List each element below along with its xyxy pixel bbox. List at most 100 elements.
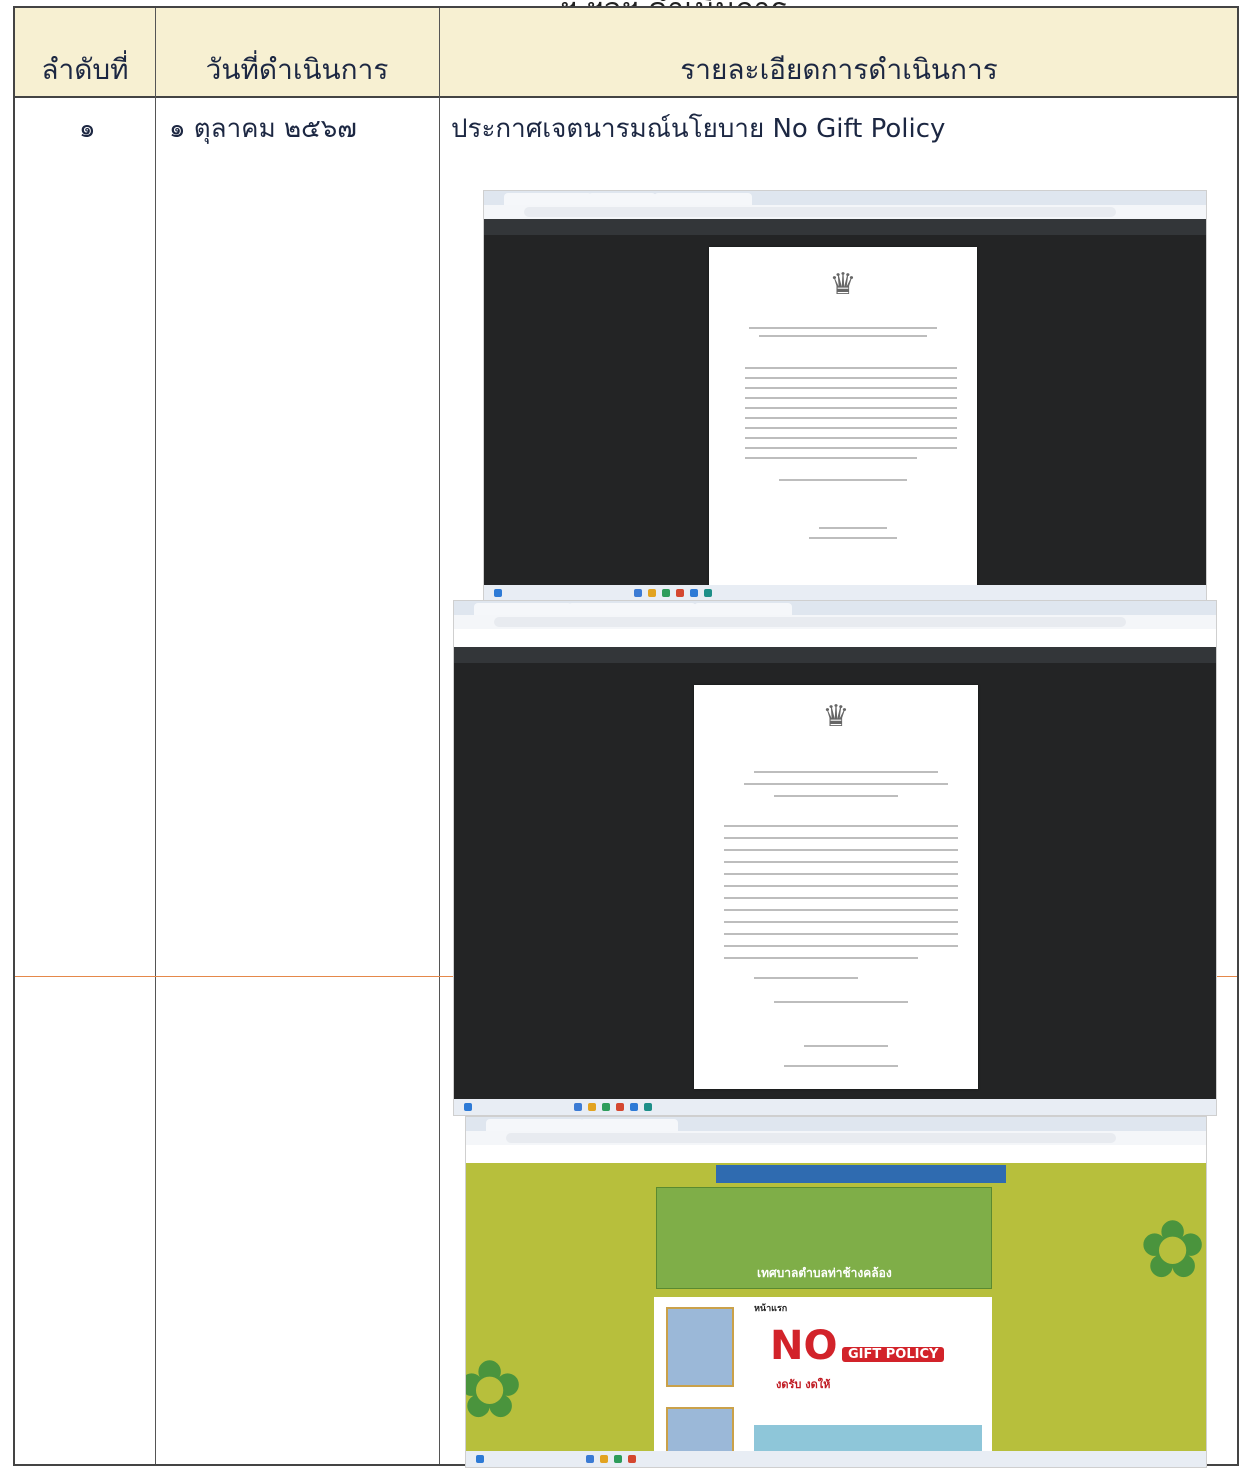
text-line [744, 783, 948, 785]
taskbar-app-icon [602, 1103, 610, 1111]
taskbar-app-icon [676, 589, 684, 597]
start-icon [494, 589, 502, 597]
browser-tabs [484, 191, 1206, 205]
taskbar-app-icon [600, 1455, 608, 1463]
taskbar-app-icon [704, 589, 712, 597]
text-line [724, 897, 958, 899]
url-field [494, 617, 1126, 627]
taskbar-app-icon [614, 1455, 622, 1463]
taskbar-app-icon [690, 589, 698, 597]
text-line [745, 457, 917, 459]
header-date: วันที่ดำเนินการ [205, 53, 389, 86]
browser-tabs [466, 1117, 1206, 1131]
garuda-emblem-icon: ♛ [822, 699, 850, 734]
text-line [724, 885, 958, 887]
taskbar-app-icon [630, 1103, 638, 1111]
browser-address-bar [466, 1131, 1206, 1145]
text-line [745, 417, 957, 419]
taskbar [454, 1099, 1216, 1115]
website-banner: เทศบาลตำบลท่าช้างคล้อง [656, 1187, 992, 1289]
promo-sub-text: งดรับ งดให้ [776, 1378, 831, 1391]
pdf-toolbar [484, 219, 1206, 235]
taskbar-app-icon [662, 589, 670, 597]
website-content-panel: หน้าแรก NO GIFT POLICY งดรับ งดให้ [654, 1297, 992, 1467]
text-line [724, 873, 958, 875]
url-field [524, 207, 1116, 217]
browser-address-bar [454, 615, 1216, 629]
text-line [754, 977, 858, 979]
taskbar-app-icon [588, 1103, 596, 1111]
signature-line [784, 1065, 898, 1067]
browser-tab [580, 1119, 678, 1131]
official-photo [666, 1307, 734, 1387]
palm-leaf-icon: ✿ [1138, 1203, 1206, 1296]
website-top-menu [716, 1165, 1006, 1183]
text-line [724, 825, 958, 827]
column-divider [439, 8, 440, 1464]
text-line [745, 427, 957, 429]
screenshot-pdf-english: ♛ [453, 600, 1217, 1116]
taskbar-app-icon [586, 1455, 594, 1463]
text-line [745, 407, 957, 409]
text-line [774, 795, 898, 797]
website-body: ✿ ✿ เทศบาลตำบลท่าช้างคล้อง หน้าแรก NO GI… [466, 1163, 1206, 1467]
section-title: หน้าแรก [754, 1304, 788, 1314]
text-line [724, 921, 958, 923]
screenshot-pdf-thai: ♛ [483, 190, 1207, 602]
text-line [724, 933, 958, 935]
signature-line [804, 1045, 888, 1047]
text-line [724, 837, 958, 839]
taskbar-app-icon [628, 1455, 636, 1463]
garuda-emblem-icon: ♛ [829, 267, 857, 302]
start-icon [464, 1103, 472, 1111]
text-line [724, 909, 958, 911]
taskbar [466, 1451, 1206, 1467]
promo-no-text: NO [770, 1323, 838, 1369]
text-line [724, 861, 958, 863]
promo-gift-text: GIFT POLICY [842, 1347, 945, 1362]
site-name: เทศบาลตำบลท่าช้างคล้อง [757, 1266, 892, 1280]
text-line [774, 1001, 908, 1003]
browser-tab [588, 193, 656, 205]
pdf-page: ♛ [709, 247, 977, 587]
url-field [506, 1133, 1116, 1143]
browser-tab [654, 193, 752, 205]
pdf-toolbar [454, 647, 1216, 663]
browser-tab [694, 603, 792, 615]
browser-tab [504, 193, 592, 205]
text-line [745, 387, 957, 389]
column-divider [155, 8, 156, 1464]
text-line [724, 849, 958, 851]
signature-line [819, 527, 887, 529]
no-gift-policy-banner: NO GIFT POLICY งดรับ งดให้ [754, 1323, 984, 1403]
browser-tabs [454, 601, 1216, 615]
text-line [745, 367, 957, 369]
browser-address-bar [484, 205, 1206, 219]
screenshot-website: ✿ ✿ เทศบาลตำบลท่าช้างคล้อง หน้าแรก NO GI… [465, 1116, 1207, 1468]
row-order: ๑ [79, 114, 96, 144]
text-line [745, 377, 957, 379]
taskbar-app-icon [634, 589, 642, 597]
taskbar-app-icon [616, 1103, 624, 1111]
activity-table: ลำดับที่ วันที่ดำเนินการ รายละเอียดการดำ… [13, 6, 1239, 1468]
text-line [779, 479, 907, 481]
header-order: ลำดับที่ [41, 53, 129, 86]
pdf-page: ♛ [694, 685, 978, 1089]
text-line [724, 957, 918, 959]
taskbar-app-icon [574, 1103, 582, 1111]
taskbar [484, 585, 1206, 601]
signature-line [809, 537, 897, 539]
palm-leaf-icon: ✿ [466, 1343, 523, 1436]
start-icon [476, 1455, 484, 1463]
browser-tab [486, 1119, 584, 1131]
row-detail: ประกาศเจตนารมณ์นโยบาย No Gift Policy [451, 114, 946, 144]
text-line [745, 447, 957, 449]
text-line [724, 945, 958, 947]
table-header: ลำดับที่ วันที่ดำเนินการ รายละเอียดการดำ… [15, 8, 1237, 98]
browser-tab [568, 603, 696, 615]
text-line [745, 397, 957, 399]
taskbar-app-icon [644, 1103, 652, 1111]
text-line [745, 437, 957, 439]
text-line [749, 327, 937, 329]
text-line [754, 771, 938, 773]
